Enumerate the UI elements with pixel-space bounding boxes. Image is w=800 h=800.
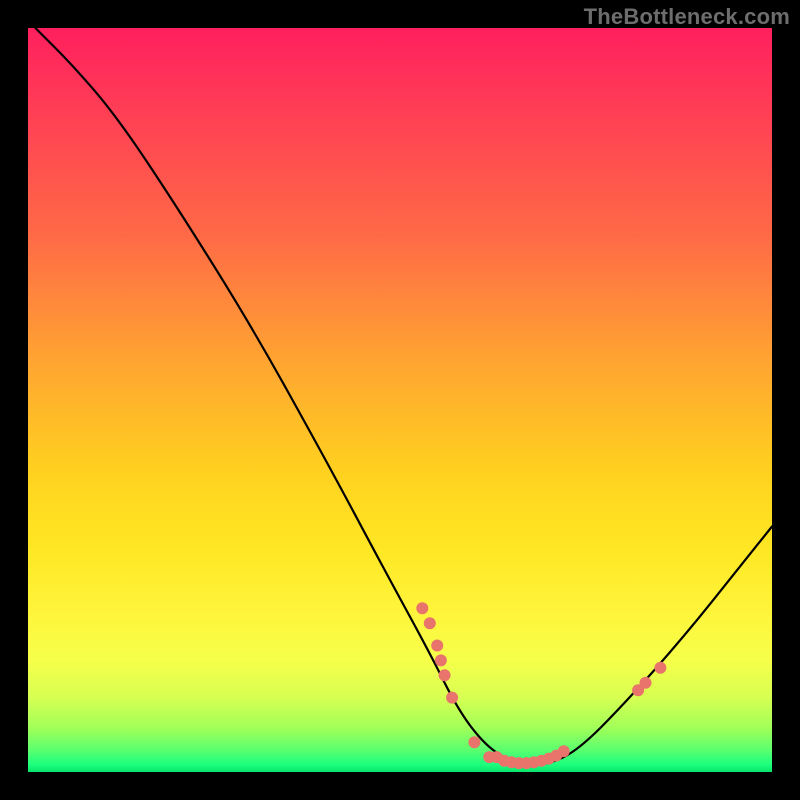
highlight-dot — [424, 617, 436, 629]
highlight-dot — [654, 662, 666, 674]
highlight-dot — [439, 669, 451, 681]
chart-frame: TheBottleneck.com — [0, 0, 800, 800]
highlight-dot — [431, 640, 443, 652]
highlight-dot — [446, 692, 458, 704]
highlight-dot — [640, 677, 652, 689]
bottleneck-curve-path — [35, 28, 772, 765]
highlight-dot — [416, 602, 428, 614]
highlight-dot — [558, 745, 570, 757]
highlight-dots-group — [416, 602, 666, 769]
highlight-dot — [468, 736, 480, 748]
highlight-dot — [435, 654, 447, 666]
curve-layer — [28, 28, 772, 772]
watermark-text: TheBottleneck.com — [584, 4, 790, 30]
